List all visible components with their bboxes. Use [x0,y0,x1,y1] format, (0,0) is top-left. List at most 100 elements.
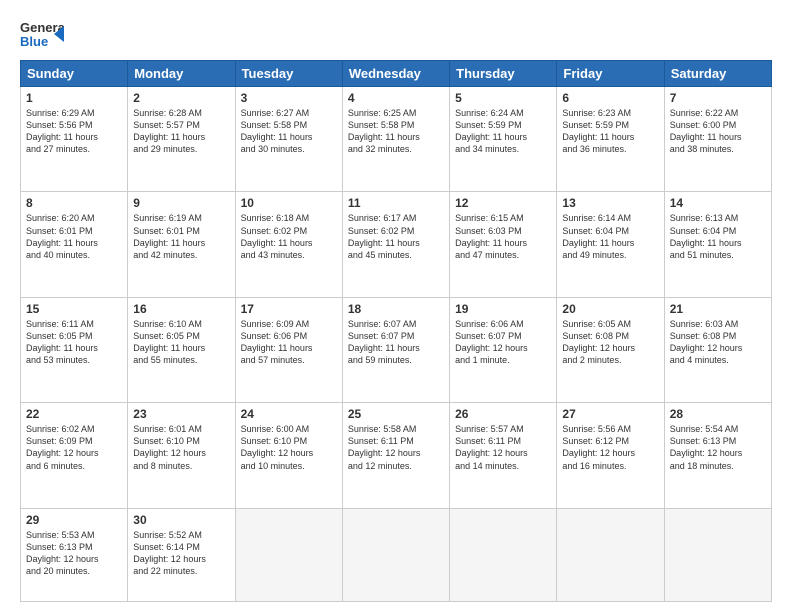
calendar-cell: 16 Sunrise: 6:10 AM Sunset: 6:05 PM Dayli… [128,297,235,402]
day-info: Sunrise: 6:00 AM Sunset: 6:10 PM Dayligh… [241,423,337,472]
calendar-cell [664,508,771,601]
calendar-cell: 12 Sunrise: 6:15 AM Sunset: 6:03 PM Dayli… [450,192,557,297]
day-info: Sunrise: 6:11 AM Sunset: 6:05 PM Dayligh… [26,318,122,367]
calendar-cell: 13 Sunrise: 6:14 AM Sunset: 6:04 PM Dayli… [557,192,664,297]
day-info: Sunrise: 6:14 AM Sunset: 6:04 PM Dayligh… [562,212,658,261]
day-info: Sunrise: 6:05 AM Sunset: 6:08 PM Dayligh… [562,318,658,367]
calendar-cell: 14 Sunrise: 6:13 AM Sunset: 6:04 PM Dayli… [664,192,771,297]
day-number: 21 [670,302,766,316]
day-info: Sunrise: 6:15 AM Sunset: 6:03 PM Dayligh… [455,212,551,261]
week-row-4: 22 Sunrise: 6:02 AM Sunset: 6:09 PM Dayli… [21,403,772,508]
day-number: 22 [26,407,122,421]
calendar-cell: 28Sunrise: 5:54 AM Sunset: 6:13 PM Dayli… [664,403,771,508]
calendar-cell: 25 Sunrise: 5:58 AM Sunset: 6:11 PM Dayli… [342,403,449,508]
day-number: 14 [670,196,766,210]
day-number: 17 [241,302,337,316]
logo: General Blue [20,16,64,52]
week-row-2: 8 Sunrise: 6:20 AM Sunset: 6:01 PM Daylig… [21,192,772,297]
calendar-cell: 24 Sunrise: 6:00 AM Sunset: 6:10 PM Dayli… [235,403,342,508]
calendar-cell [235,508,342,601]
day-number: 19 [455,302,551,316]
day-number: 3 [241,91,337,105]
calendar-cell: 8 Sunrise: 6:20 AM Sunset: 6:01 PM Daylig… [21,192,128,297]
day-info: Sunrise: 6:19 AM Sunset: 6:01 PM Dayligh… [133,212,229,261]
day-info: Sunrise: 6:01 AM Sunset: 6:10 PM Dayligh… [133,423,229,472]
calendar-cell [450,508,557,601]
logo-icon: General Blue [20,16,64,52]
day-number: 24 [241,407,337,421]
day-info: Sunrise: 5:56 AM Sunset: 6:12 PM Dayligh… [562,423,658,472]
calendar-cell: 2 Sunrise: 6:28 AM Sunset: 5:57 PM Daylig… [128,87,235,192]
day-number: 7 [670,91,766,105]
day-info: Sunrise: 6:02 AM Sunset: 6:09 PM Dayligh… [26,423,122,472]
day-info: Sunrise: 6:17 AM Sunset: 6:02 PM Dayligh… [348,212,444,261]
calendar-cell: 3 Sunrise: 6:27 AM Sunset: 5:58 PM Daylig… [235,87,342,192]
day-number: 1 [26,91,122,105]
calendar-cell: 29 Sunrise: 5:53 AM Sunset: 6:13 PM Dayli… [21,508,128,601]
day-info: Sunrise: 6:24 AM Sunset: 5:59 PM Dayligh… [455,107,551,156]
day-number: 25 [348,407,444,421]
day-number: 18 [348,302,444,316]
weekday-header-row: SundayMondayTuesdayWednesdayThursdayFrid… [21,61,772,87]
day-info: Sunrise: 6:22 AM Sunset: 6:00 PM Dayligh… [670,107,766,156]
calendar-cell [557,508,664,601]
day-info: Sunrise: 6:10 AM Sunset: 6:05 PM Dayligh… [133,318,229,367]
calendar-cell: 22 Sunrise: 6:02 AM Sunset: 6:09 PM Dayli… [21,403,128,508]
day-info: Sunrise: 5:57 AM Sunset: 6:11 PM Dayligh… [455,423,551,472]
weekday-header-friday: Friday [557,61,664,87]
calendar-cell: 30Sunrise: 5:52 AM Sunset: 6:14 PM Dayli… [128,508,235,601]
day-number: 26 [455,407,551,421]
day-info: Sunrise: 6:29 AM Sunset: 5:56 PM Dayligh… [26,107,122,156]
day-number: 10 [241,196,337,210]
week-row-1: 1 Sunrise: 6:29 AM Sunset: 5:56 PM Daylig… [21,87,772,192]
calendar-cell: 17 Sunrise: 6:09 AM Sunset: 6:06 PM Dayli… [235,297,342,402]
day-info: Sunrise: 5:58 AM Sunset: 6:11 PM Dayligh… [348,423,444,472]
page: General Blue SundayMondayTuesdayWednesda… [0,0,792,612]
calendar-cell: 18 Sunrise: 6:07 AM Sunset: 6:07 PM Dayli… [342,297,449,402]
day-info: Sunrise: 5:53 AM Sunset: 6:13 PM Dayligh… [26,529,122,578]
calendar-cell: 26 Sunrise: 5:57 AM Sunset: 6:11 PM Dayli… [450,403,557,508]
calendar-cell: 15 Sunrise: 6:11 AM Sunset: 6:05 PM Dayli… [21,297,128,402]
day-number: 23 [133,407,229,421]
day-info: Sunrise: 6:28 AM Sunset: 5:57 PM Dayligh… [133,107,229,156]
day-number: 29 [26,513,122,527]
calendar-cell: 19 Sunrise: 6:06 AM Sunset: 6:07 PM Dayli… [450,297,557,402]
day-number: 27 [562,407,658,421]
day-number: 16 [133,302,229,316]
day-number: 11 [348,196,444,210]
day-number: 20 [562,302,658,316]
calendar-cell: 1 Sunrise: 6:29 AM Sunset: 5:56 PM Daylig… [21,87,128,192]
day-number: 5 [455,91,551,105]
weekday-header-tuesday: Tuesday [235,61,342,87]
day-info: Sunrise: 6:18 AM Sunset: 6:02 PM Dayligh… [241,212,337,261]
calendar-cell [342,508,449,601]
weekday-header-sunday: Sunday [21,61,128,87]
day-number: 8 [26,196,122,210]
day-info: Sunrise: 6:20 AM Sunset: 6:01 PM Dayligh… [26,212,122,261]
header: General Blue [20,16,772,52]
day-number: 12 [455,196,551,210]
day-info: Sunrise: 6:27 AM Sunset: 5:58 PM Dayligh… [241,107,337,156]
weekday-header-monday: Monday [128,61,235,87]
day-number: 6 [562,91,658,105]
weekday-header-wednesday: Wednesday [342,61,449,87]
day-number: 4 [348,91,444,105]
calendar-cell: 23 Sunrise: 6:01 AM Sunset: 6:10 PM Dayli… [128,403,235,508]
day-number: 15 [26,302,122,316]
day-info: Sunrise: 6:25 AM Sunset: 5:58 PM Dayligh… [348,107,444,156]
day-info: Sunrise: 6:07 AM Sunset: 6:07 PM Dayligh… [348,318,444,367]
svg-text:Blue: Blue [20,34,48,49]
day-info: Sunrise: 6:13 AM Sunset: 6:04 PM Dayligh… [670,212,766,261]
day-info: Sunrise: 6:09 AM Sunset: 6:06 PM Dayligh… [241,318,337,367]
day-number: 13 [562,196,658,210]
day-number: 2 [133,91,229,105]
week-row-3: 15 Sunrise: 6:11 AM Sunset: 6:05 PM Dayli… [21,297,772,402]
day-info: Sunrise: 6:03 AM Sunset: 6:08 PM Dayligh… [670,318,766,367]
day-info: Sunrise: 6:06 AM Sunset: 6:07 PM Dayligh… [455,318,551,367]
day-number: 30 [133,513,229,527]
calendar-cell: 5 Sunrise: 6:24 AM Sunset: 5:59 PM Daylig… [450,87,557,192]
day-number: 28 [670,407,766,421]
day-info: Sunrise: 6:23 AM Sunset: 5:59 PM Dayligh… [562,107,658,156]
calendar-cell: 7 Sunrise: 6:22 AM Sunset: 6:00 PM Daylig… [664,87,771,192]
weekday-header-saturday: Saturday [664,61,771,87]
